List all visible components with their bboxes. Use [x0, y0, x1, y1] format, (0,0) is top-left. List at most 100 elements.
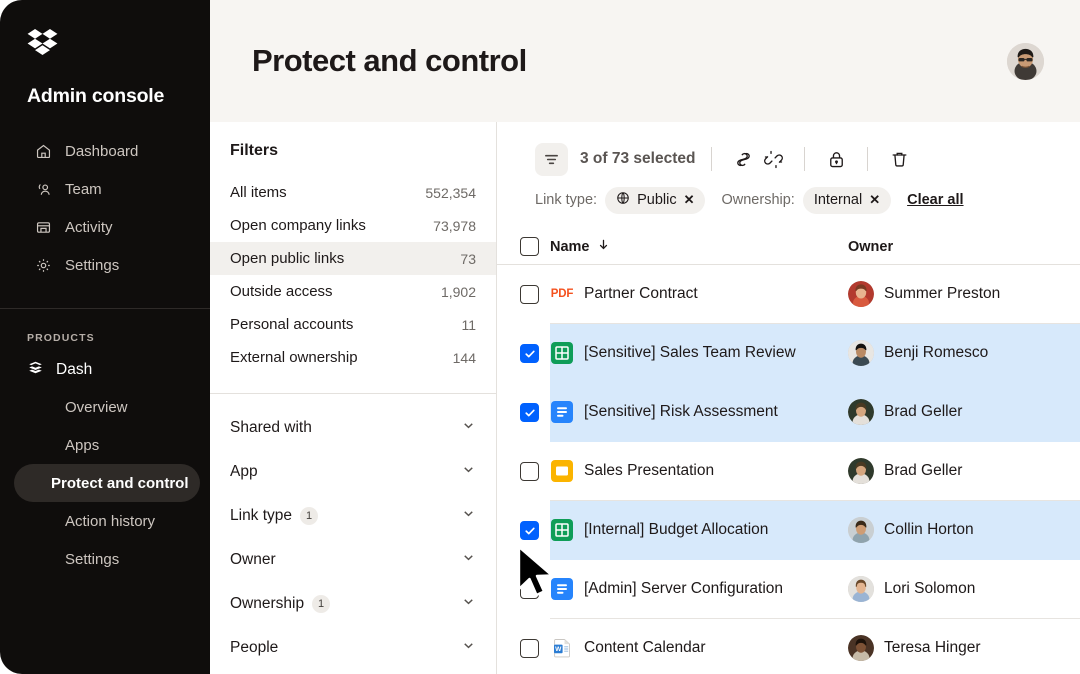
sidebar-item-dash-settings[interactable]: Settings — [14, 540, 200, 578]
cell-owner: Lori Solomon — [848, 560, 1080, 619]
file-name: [Internal] Budget Allocation — [584, 521, 768, 539]
table-header-row: Name Owner — [497, 229, 1080, 265]
filter-chip-label: Public — [637, 192, 677, 208]
filter-item-open-company-links[interactable]: Open company links 73,978 — [210, 209, 496, 242]
sidebar-subnav: Overview Apps Protect and control Action… — [0, 388, 210, 578]
filter-item-label: Open company links — [230, 217, 366, 234]
sidebar-item-label: Action history — [65, 513, 155, 530]
owner-avatar — [848, 576, 874, 602]
remove-link-icon[interactable] — [758, 144, 788, 174]
filter-accordion-label: People — [230, 639, 278, 657]
row-checkbox[interactable] — [520, 285, 539, 304]
pdf-file-icon: PDF — [550, 282, 574, 306]
dash-icon — [27, 359, 44, 381]
active-filter-chips-row: Link type: Public ✕ Ownership: — [497, 185, 1080, 215]
sidebar-item-settings[interactable]: Settings — [0, 246, 210, 284]
filter-chip-internal[interactable]: Internal ✕ — [803, 187, 891, 214]
filter-item-count: 144 — [453, 350, 476, 366]
chevron-down-icon — [461, 506, 476, 526]
row-checkbox-cell — [497, 344, 550, 363]
owner-name: Summer Preston — [884, 285, 1000, 303]
filter-accordion-shared-with[interactable]: Shared with — [210, 406, 496, 450]
chip-prefix-ownership: Ownership: — [721, 192, 794, 208]
sidebar-item-label: Dash — [56, 361, 92, 379]
delete-icon[interactable] — [884, 144, 914, 174]
filter-accordion-ownership[interactable]: Ownership 1 — [210, 582, 496, 626]
sidebar-item-overview[interactable]: Overview — [14, 388, 200, 426]
sidebar-item-dash[interactable]: Dash — [0, 352, 210, 388]
selection-toolbar: 3 of 73 selected — [497, 122, 1080, 215]
filter-accordion-owner[interactable]: Owner — [210, 538, 496, 582]
filter-icon[interactable] — [535, 143, 568, 176]
filters-quick-list: All items 552,354 Open company links 73,… — [210, 176, 496, 374]
cell-owner: Benji Romesco — [848, 324, 1080, 383]
filter-item-personal-accounts[interactable]: Personal accounts 11 — [210, 308, 496, 341]
row-checkbox[interactable] — [520, 521, 539, 540]
owner-name: Benji Romesco — [884, 344, 988, 362]
word-file-icon: W — [550, 636, 574, 660]
lock-icon[interactable] — [821, 144, 851, 174]
copy-dropbox-link-icon[interactable] — [728, 144, 758, 174]
sidebar-item-activity[interactable]: Activity — [0, 208, 210, 246]
filter-item-all-items[interactable]: All items 552,354 — [210, 176, 496, 209]
filter-item-external-ownership[interactable]: External ownership 144 — [210, 341, 496, 374]
avatar[interactable] — [1007, 43, 1044, 80]
sidebar-nav-primary: Dashboard Team — [0, 132, 210, 284]
cell-name: [Admin] Server Configuration — [550, 560, 848, 619]
column-header-name[interactable]: Name — [550, 238, 848, 255]
sidebar-item-label: Apps — [65, 437, 99, 454]
select-all-checkbox[interactable] — [520, 237, 539, 256]
row-checkbox-cell — [497, 580, 550, 599]
filter-accordion-label: Link type — [230, 507, 292, 525]
dropbox-logo-icon[interactable] — [27, 29, 210, 62]
filter-item-label: Personal accounts — [230, 316, 353, 333]
table-row[interactable]: W Content Calendar Teresa Hi — [497, 619, 1080, 674]
sidebar-item-team[interactable]: Team — [0, 170, 210, 208]
filter-accordion-app[interactable]: App — [210, 450, 496, 494]
owner-avatar — [848, 399, 874, 425]
column-header-owner[interactable]: Owner — [848, 239, 1080, 255]
google-docs-file-icon — [550, 400, 574, 424]
row-checkbox-cell — [497, 285, 550, 304]
row-checkbox[interactable] — [520, 462, 539, 481]
toolbar-divider — [867, 147, 868, 171]
filter-item-open-public-links[interactable]: Open public links 73 — [210, 242, 496, 275]
owner-avatar — [848, 517, 874, 543]
filter-item-label: External ownership — [230, 349, 358, 366]
filter-accordion-people[interactable]: People — [210, 626, 496, 670]
sidebar-item-dashboard[interactable]: Dashboard — [0, 132, 210, 170]
filter-accordion-label: Shared with — [230, 419, 312, 437]
row-checkbox[interactable] — [520, 639, 539, 658]
file-name: [Sensitive] Sales Team Review — [584, 344, 796, 362]
row-checkbox-cell — [497, 639, 550, 658]
table-row[interactable]: [Sensitive] Risk Assessment Brad Geller — [497, 383, 1080, 442]
owner-avatar — [848, 340, 874, 366]
sidebar-item-apps[interactable]: Apps — [14, 426, 200, 464]
filters-panel: Filters All items 552,354 Open company l… — [210, 122, 497, 674]
activity-icon — [35, 219, 52, 236]
filter-chip-public[interactable]: Public ✕ — [605, 187, 705, 214]
table-row[interactable]: [Internal] Budget Allocation Collin Hort… — [497, 501, 1080, 560]
admin-console-title: Admin console — [27, 85, 210, 108]
sidebar-item-protect-and-control[interactable]: Protect and control — [14, 464, 200, 502]
row-checkbox[interactable] — [520, 580, 539, 599]
table-row[interactable]: PDF Partner Contract Summer Preston — [497, 265, 1080, 324]
filter-chip-label: Internal — [814, 192, 862, 208]
main-area: Protect and control Filters — [210, 0, 1080, 674]
close-icon[interactable]: ✕ — [684, 192, 695, 208]
filter-item-outside-access[interactable]: Outside access 1,902 — [210, 275, 496, 308]
table-row[interactable]: [Admin] Server Configuration Lori Solomo… — [497, 560, 1080, 619]
cell-name: W Content Calendar — [550, 619, 848, 674]
table-row[interactable]: Sales Presentation Brad Geller — [497, 442, 1080, 501]
sidebar-item-action-history[interactable]: Action history — [14, 502, 200, 540]
close-icon[interactable]: ✕ — [869, 192, 880, 208]
row-checkbox[interactable] — [520, 344, 539, 363]
cell-owner: Teresa Hinger — [848, 619, 1080, 674]
filter-accordion-link-type[interactable]: Link type 1 — [210, 494, 496, 538]
clear-all-button[interactable]: Clear all — [907, 192, 963, 208]
filters-accordion-list: Shared with App Link type — [210, 406, 496, 670]
chevron-down-icon — [461, 462, 476, 482]
row-checkbox-cell — [497, 403, 550, 422]
table-row[interactable]: [Sensitive] Sales Team Review Benji Rome… — [497, 324, 1080, 383]
row-checkbox[interactable] — [520, 403, 539, 422]
